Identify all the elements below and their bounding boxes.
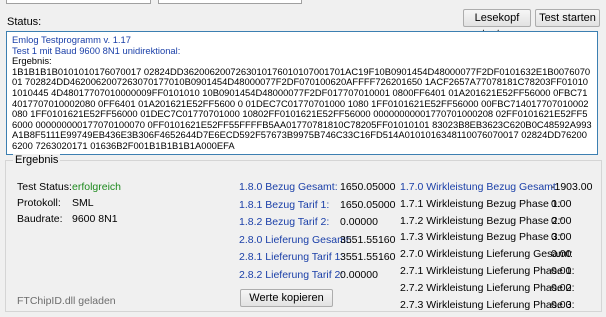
status-label: Status: [7,16,42,28]
protocol-value: SML [72,197,94,209]
energy-reading-value: 0.00000 [340,216,378,228]
status-result-hex: 1B1B1B1B0101010176070017 02824DD36200620… [12,65,592,151]
status-line-version: Emlog Testprogramm v. 1.17 [12,34,131,45]
energy-reading-label: 1.8.0 Bezug Gesamt: [239,181,338,193]
energy-reading-value: 0.00000 [340,268,378,281]
energy-reading-label: 2.8.0 Lieferung Gesamt: [239,233,352,246]
energy-reading-label: 1.8.1 Bezug Tarif 1: [239,198,330,211]
energy-reading-value: 3551.55160 [340,233,396,246]
test-status-label: Test Status: [17,181,72,193]
test-status-value: erfolgreich [72,181,122,193]
power-reading-value: 0.00 [551,231,572,244]
energy-reading-label: 2.8.1 Lieferung Tarif 1: [239,251,344,263]
power-reading-value: 0.00 [551,298,572,311]
power-reading-label: 2.7.0 Wirkleistung Lieferung Gesamt: [400,248,573,261]
power-reading-label: 1.7.0 Wirkleistung Bezug Gesamt: [400,181,559,193]
power-reading-value: 0.00 [551,214,572,227]
power-reading-value: 0.00 [551,248,572,261]
baudrate-label: Baudrate: [17,213,63,225]
energy-reading-label: 1.8.2 Bezug Tarif 2: [239,216,330,228]
status-textbox[interactable]: Emlog Testprogramm v. 1.17 Test 1 mit Ba… [6,31,598,155]
energy-reading-value: 3551.55160 [340,251,396,263]
start-test-button[interactable]: Test starten [535,9,600,27]
status-line-test: Test 1 mit Baud 9600 8N1 unidirektional: [12,44,181,56]
energy-reading-value: 1650.05000 [340,198,396,211]
power-reading-label: 2.7.2 Wirkleistung Lieferung Phase 2: [400,281,575,294]
power-reading-label: 2.7.1 Wirkleistung Lieferung Phase 1: [400,265,575,277]
energy-reading-value: 1650.05000 [340,181,396,193]
power-reading-value: 0.00 [551,281,572,294]
result-group-title: Ergebnis [13,154,61,166]
test-read-head-button[interactable]: Lesekopf testen [463,9,531,40]
power-reading-label: 1.7.2 Wirkleistung Bezug Phase 2:: [400,214,564,227]
power-reading-label: 1.7.3 Wirkleistung Bezug Phase 3:: [400,231,564,244]
baudrate-value: 9600 8N1 [72,213,118,225]
energy-reading-label: 2.8.2 Lieferung Tarif 2: [239,268,344,281]
power-reading-label: 1.7.1 Wirkleistung Bezug Phase 1: [400,197,561,210]
dll-status-text: FTChipID.dll geladen [17,295,116,307]
meter-select-field[interactable] [158,0,302,4]
copy-values-button[interactable]: Werte kopieren [240,289,333,307]
power-reading-value: -1903.00 [551,181,593,193]
power-reading-value: 0.00 [551,265,572,277]
power-reading-label: 2.7.3 Wirkleistung Lieferung Phase 3: [400,298,575,311]
protocol-label: Protokoll: [17,197,61,209]
power-reading-value: 0.00 [551,197,572,210]
port-select-field[interactable] [6,0,151,4]
